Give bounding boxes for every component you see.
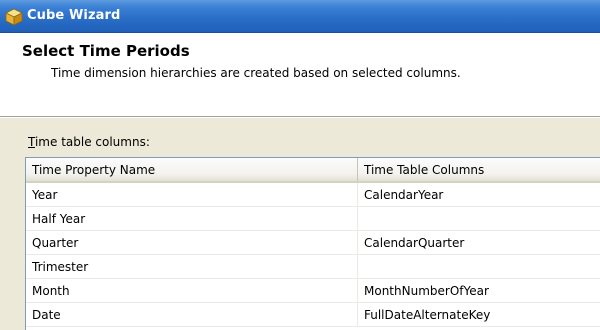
time-property-cell: Date <box>26 303 358 326</box>
table-row[interactable]: Half Year <box>26 207 600 231</box>
cube-icon <box>4 7 24 27</box>
time-property-cell: Year <box>26 183 358 206</box>
window-title: Cube Wizard <box>27 8 121 23</box>
wizard-header: Select Time Periods Time dimension hiera… <box>0 33 600 116</box>
time-table-column-cell[interactable] <box>358 255 600 278</box>
page-title: Select Time Periods <box>22 42 190 60</box>
column-header-time-property-name[interactable]: Time Property Name <box>26 158 358 181</box>
time-property-cell: Quarter <box>26 231 358 254</box>
time-property-cell: Trimester <box>26 255 358 278</box>
time-table-column-cell[interactable]: CalendarQuarter <box>358 231 600 254</box>
table-row[interactable]: Month MonthNumberOfYear <box>26 279 600 303</box>
grid-header: Time Property Name Time Table Columns <box>26 158 600 183</box>
label-text: ime table columns: <box>34 135 150 149</box>
table-row[interactable]: Quarter CalendarQuarter <box>26 231 600 255</box>
title-bar[interactable]: Cube Wizard <box>0 0 600 33</box>
time-table-column-cell[interactable]: MonthNumberOfYear <box>358 279 600 302</box>
time-property-cell: Month <box>26 279 358 302</box>
time-table-column-cell[interactable]: FullDateAlternateKey <box>358 303 600 326</box>
label-mnemonic: T <box>28 135 35 149</box>
time-table-column-cell[interactable]: CalendarYear <box>358 183 600 206</box>
table-row[interactable]: Date FullDateAlternateKey <box>26 303 600 327</box>
header-divider-highlight <box>0 117 600 118</box>
table-row[interactable]: Year CalendarYear <box>26 183 600 207</box>
grid-body: Year CalendarYear Half Year Quarter Cale… <box>26 183 600 327</box>
time-table-column-cell[interactable] <box>358 207 600 230</box>
page-description: Time dimension hierarchies are created b… <box>51 66 461 80</box>
column-header-time-table-columns[interactable]: Time Table Columns <box>358 158 600 181</box>
table-row[interactable]: Trimester <box>26 255 600 279</box>
time-property-cell: Half Year <box>26 207 358 230</box>
time-table-columns-label: Time table columns: <box>28 135 150 149</box>
time-columns-grid[interactable]: Time Property Name Time Table Columns Ye… <box>25 157 600 330</box>
cube-wizard-window: Cube Wizard Select Time Periods Time dim… <box>0 0 600 330</box>
